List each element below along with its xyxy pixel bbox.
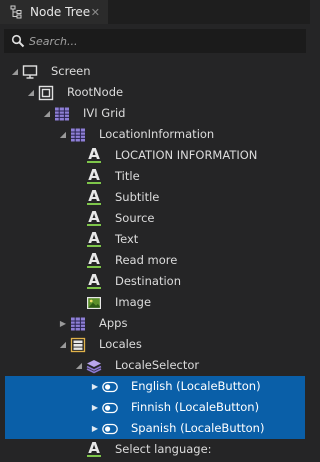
tree-node-label: Screen — [51, 64, 91, 78]
text-block-icon: A — [87, 145, 101, 163]
text-block-icon: A — [87, 439, 101, 457]
tree-node-label: Subtitle — [115, 190, 160, 204]
collapse-arrow-icon[interactable]: ◢ — [73, 355, 85, 376]
text-block-icon: A — [87, 166, 101, 184]
tree-node-label: Text — [115, 232, 139, 246]
screen-icon — [22, 64, 38, 80]
root-node-icon — [38, 85, 54, 101]
tree-node[interactable]: A Text — [0, 229, 310, 250]
close-icon[interactable]: ✕ — [91, 6, 100, 19]
tree-node[interactable]: ▶ Finnish (LocaleButton) — [5, 397, 305, 418]
tree-node-label: LocaleSelector — [115, 358, 200, 372]
tree-node[interactable]: Image — [0, 292, 310, 313]
tree-node[interactable]: A LOCATION INFORMATION — [0, 145, 310, 166]
toggle-button-icon — [102, 379, 118, 395]
tree-node-label: Title — [115, 169, 140, 183]
tree-node-label: RootNode — [67, 85, 124, 99]
search-input[interactable] — [29, 34, 279, 48]
tree-node[interactable]: ◢ LocaleSelector — [0, 355, 310, 376]
tree-node-label: English (LocaleButton) — [131, 379, 261, 393]
tree-node-label: Image — [115, 295, 152, 309]
panel-title-bar: Node Tree ✕ — [0, 0, 310, 24]
search-icon — [11, 34, 25, 48]
text-block-icon: A — [87, 229, 101, 247]
tree-node-label: LocationInformation — [99, 127, 215, 141]
toggle-button-icon — [102, 400, 118, 416]
tree-node[interactable]: A Source — [0, 208, 310, 229]
tree-node[interactable]: ◢ Locales — [0, 334, 310, 355]
tree-node[interactable]: A Title — [0, 166, 310, 187]
tree-node-label: Locales — [99, 337, 142, 351]
stack-layout-icon — [70, 337, 86, 353]
expand-arrow-icon[interactable]: ▶ — [89, 397, 101, 418]
tab-node-tree[interactable]: Node Tree ✕ — [0, 0, 108, 24]
tree-node-label: Read more — [115, 253, 178, 267]
grid-icon — [70, 316, 86, 332]
tree-node[interactable]: ◢ LocationInformation — [0, 124, 310, 145]
tree-node-label: Finnish (LocaleButton) — [131, 400, 260, 414]
tree-node[interactable]: A Read more — [0, 250, 310, 271]
layers-icon — [86, 358, 102, 374]
tree-node-label: Apps — [99, 316, 128, 330]
tree-node[interactable]: ◢ RootNode — [0, 82, 310, 103]
text-block-icon: A — [87, 250, 101, 268]
tree-node-label: Select language: — [115, 442, 212, 456]
tree-node[interactable]: ◢ Screen — [0, 61, 310, 82]
grid-icon — [54, 106, 70, 122]
expand-arrow-icon[interactable]: ▶ — [89, 418, 101, 439]
tree-node[interactable]: ◢ IVI Grid — [0, 103, 310, 124]
tree-node[interactable]: A Subtitle — [0, 187, 310, 208]
text-block-icon: A — [87, 187, 101, 205]
tree-node-label: Destination — [115, 274, 181, 288]
tree-node-label: Source — [115, 211, 155, 225]
tree-node-label: LOCATION INFORMATION — [115, 148, 258, 162]
collapse-arrow-icon[interactable]: ◢ — [9, 61, 21, 82]
tree-node[interactable]: A Select language: — [0, 439, 310, 460]
tab-title: Node Tree — [30, 5, 91, 19]
toggle-button-icon — [102, 421, 118, 437]
tree-node-label: Spanish (LocaleButton) — [131, 421, 265, 435]
grid-icon — [70, 127, 86, 143]
tree-node-label: IVI Grid — [83, 106, 126, 120]
tree-node[interactable]: A Destination — [0, 271, 310, 292]
text-block-icon: A — [87, 208, 101, 226]
tree-node[interactable]: ▶ Apps — [0, 313, 310, 334]
collapse-arrow-icon[interactable]: ◢ — [25, 82, 37, 103]
node-tree-icon — [10, 5, 22, 19]
expand-arrow-icon[interactable]: ▶ — [89, 376, 101, 397]
search-box[interactable] — [4, 29, 306, 53]
text-block-icon: A — [87, 271, 101, 289]
collapse-arrow-icon[interactable]: ◢ — [41, 103, 53, 124]
image-icon — [86, 295, 102, 311]
tree-node[interactable]: ▶ English (LocaleButton) — [5, 376, 305, 397]
collapse-arrow-icon[interactable]: ◢ — [57, 334, 69, 355]
tree-node[interactable]: ▶ Spanish (LocaleButton) — [5, 418, 305, 439]
collapse-arrow-icon[interactable]: ◢ — [57, 124, 69, 145]
expand-arrow-icon[interactable]: ▶ — [57, 313, 69, 334]
